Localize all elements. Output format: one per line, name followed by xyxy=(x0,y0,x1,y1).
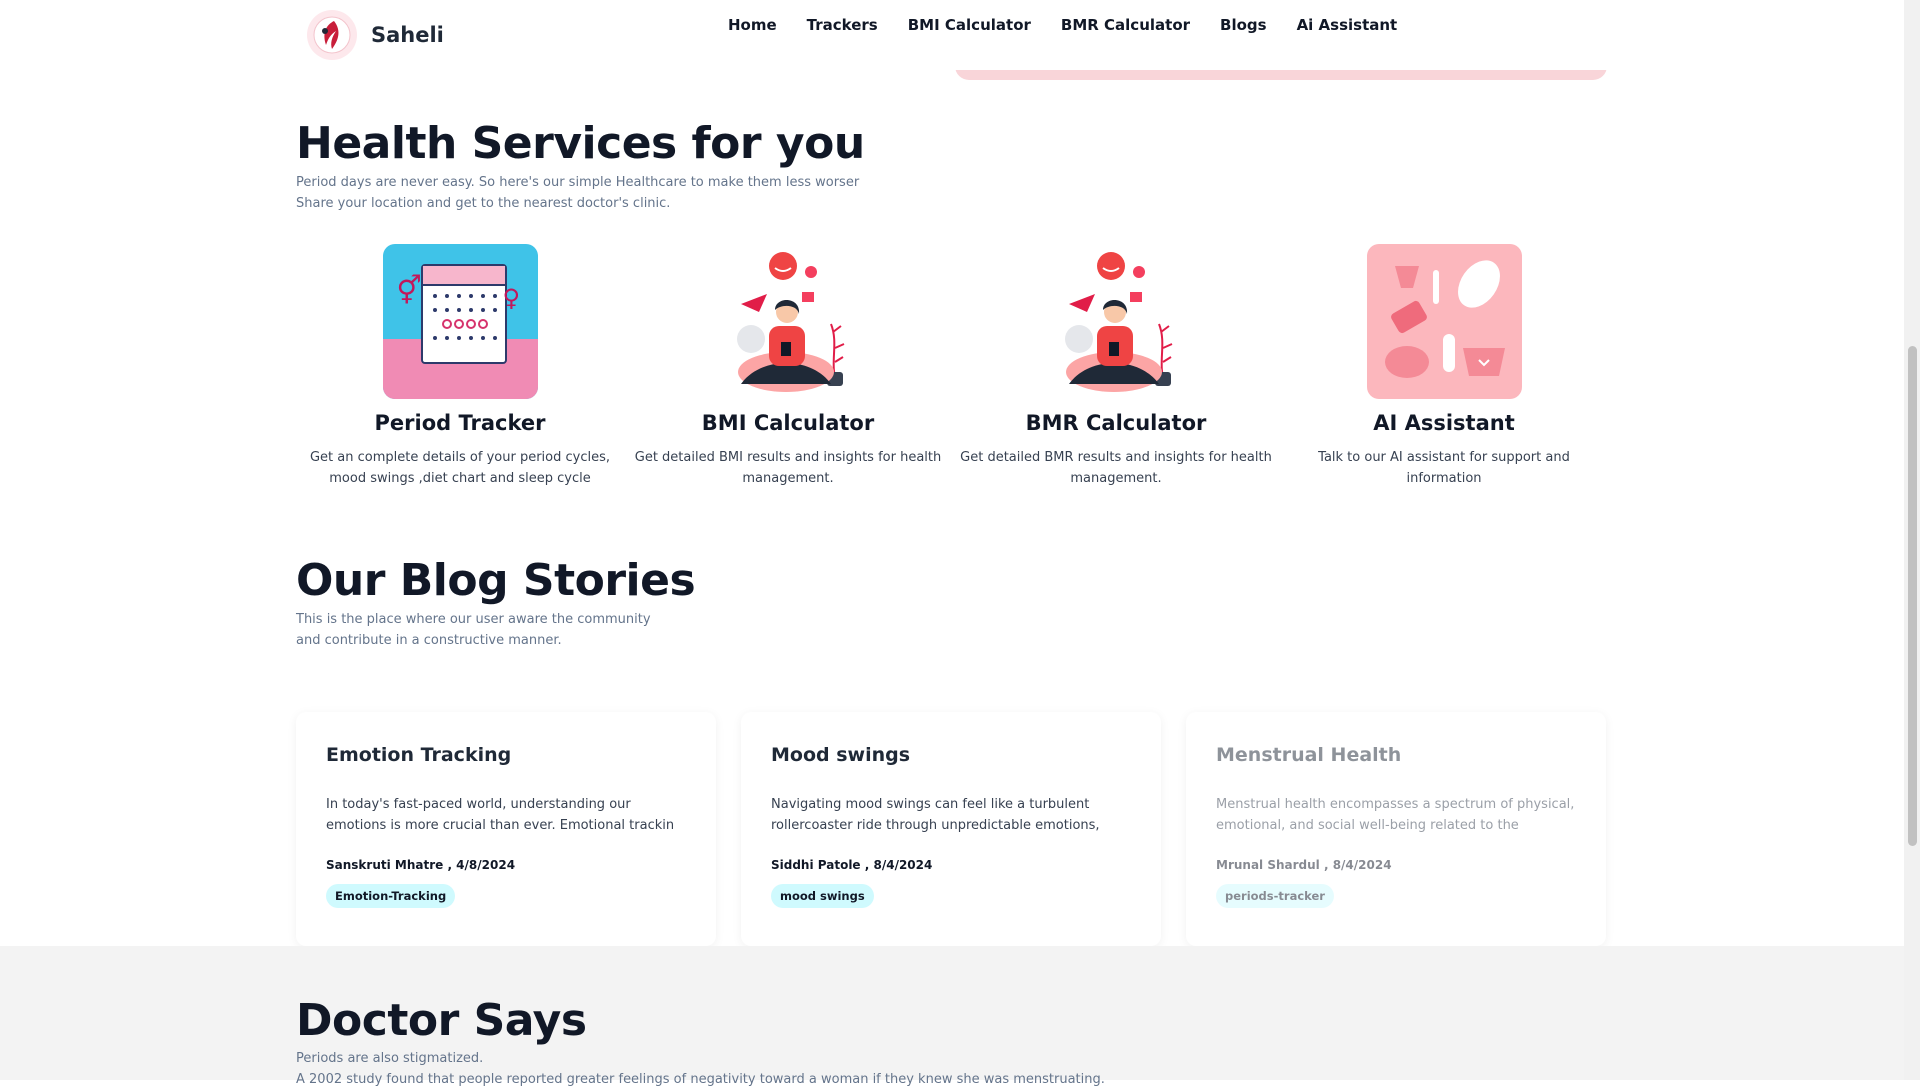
site-header: Saheli Home Trackers BMI Calculator BMR … xyxy=(0,0,1904,70)
service-title: AI Assistant xyxy=(1373,411,1515,435)
service-card-bmr-calculator[interactable]: BMR Calculator Get detailed BMR results … xyxy=(952,244,1280,489)
logo-icon xyxy=(307,10,357,60)
nav-blogs[interactable]: Blogs xyxy=(1220,16,1267,34)
brand-logo-link[interactable]: Saheli xyxy=(307,10,444,60)
woman-with-phone-image xyxy=(711,244,866,399)
services-subtitle-line1: Period days are never easy. So here's ou… xyxy=(296,175,860,190)
service-description: Get detailed BMR results and insights fo… xyxy=(960,450,1272,486)
page-scrollbar[interactable] xyxy=(1904,0,1920,1080)
blog-author-date: Mrunal Shardul , 8/4/2024 xyxy=(1216,858,1392,872)
brand-name: Saheli xyxy=(371,23,444,47)
blog-excerpt: Navigating mood swings can feel like a t… xyxy=(771,797,1100,833)
blog-tag[interactable]: Emotion-Tracking xyxy=(326,884,456,908)
blog-subtitle-line2: and contribute in a constructive manner. xyxy=(296,633,562,648)
blog-card[interactable]: Mood swings Navigating mood swings can f… xyxy=(741,712,1161,946)
nav-ai-assistant[interactable]: Ai Assistant xyxy=(1297,16,1398,34)
blog-author-date: Sanskruti Mhatre , 4/8/2024 xyxy=(326,858,516,872)
blog-subtitle-line1: This is the place where our user aware t… xyxy=(296,612,651,627)
nav-trackers[interactable]: Trackers xyxy=(807,16,878,34)
nav-bmi-calculator[interactable]: BMI Calculator xyxy=(908,16,1031,34)
service-title: BMR Calculator xyxy=(1025,411,1207,435)
service-card-ai-assistant[interactable]: AI Assistant Talk to our AI assistant fo… xyxy=(1280,244,1608,489)
services-title: Health Services for you xyxy=(296,118,865,169)
nav-home[interactable]: Home xyxy=(728,16,777,34)
blog-title: Our Blog Stories xyxy=(296,555,696,606)
scrollbar-thumb[interactable] xyxy=(1908,346,1917,846)
page: Saheli Home Trackers BMI Calculator BMR … xyxy=(0,0,1904,1087)
services-grid: ⚥ ♀ Period Tracker Get an complete detai… xyxy=(296,244,1608,489)
doctor-title: Doctor Says xyxy=(296,995,587,1046)
blog-title: Menstrual Health xyxy=(1216,744,1402,766)
menstrual-products-image xyxy=(1366,244,1522,399)
main-nav: Home Trackers BMI Calculator BMR Calcula… xyxy=(728,16,1427,34)
nav-bmr-calculator[interactable]: BMR Calculator xyxy=(1061,16,1190,34)
service-card-bmi-calculator[interactable]: BMI Calculator Get detailed BMI results … xyxy=(624,244,952,489)
blog-excerpt: In today's fast-paced world, understandi… xyxy=(326,797,675,833)
woman-with-phone-image xyxy=(1039,244,1194,399)
service-card-period-tracker[interactable]: ⚥ ♀ Period Tracker Get an complete detai… xyxy=(296,244,624,489)
menstrual-calendar-image: ⚥ ♀ xyxy=(382,244,538,399)
blog-title: Mood swings xyxy=(771,744,911,766)
doctor-line1: Periods are also stigmatized. xyxy=(296,1051,484,1066)
blog-title: Emotion Tracking xyxy=(326,744,512,766)
service-title: Period Tracker xyxy=(374,411,546,435)
services-subtitle-line2: Share your location and get to the neare… xyxy=(296,196,671,211)
service-description: Get an complete details of your period c… xyxy=(309,450,610,486)
blog-tag[interactable]: periods-tracker xyxy=(1216,884,1334,908)
service-description: Get detailed BMI results and insights fo… xyxy=(634,450,942,486)
service-description: Talk to our AI assistant for support and… xyxy=(1318,450,1570,486)
blog-excerpt: Menstrual health encompasses a spectrum … xyxy=(1216,797,1575,833)
service-title: BMI Calculator xyxy=(701,411,875,435)
blog-author-date: Siddhi Patole , 8/4/2024 xyxy=(771,858,933,872)
doctor-says-section xyxy=(0,946,1904,1080)
blog-tag[interactable]: mood swings xyxy=(771,884,874,908)
blog-card[interactable]: Menstrual Health Menstrual health encomp… xyxy=(1186,712,1606,946)
blog-card[interactable]: Emotion Tracking In today's fast-paced w… xyxy=(296,712,716,946)
blog-list: Emotion Tracking In today's fast-paced w… xyxy=(296,712,1608,946)
